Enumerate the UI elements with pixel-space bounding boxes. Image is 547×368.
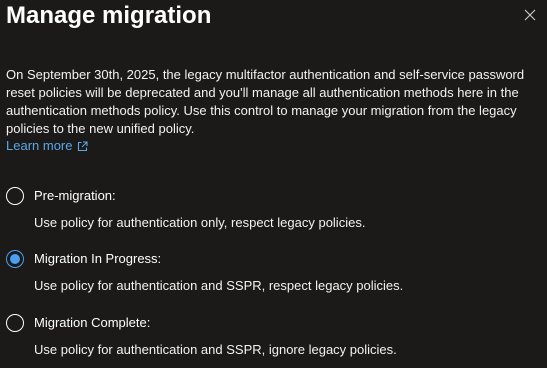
manage-migration-panel: Manage migration On September 30th, 2025… (0, 0, 547, 368)
learn-more-label: Learn more (6, 138, 73, 153)
option-migration-in-progress[interactable]: Migration In Progress: Use policy for au… (6, 249, 526, 295)
panel-title: Manage migration (6, 2, 212, 29)
migration-complete-radio[interactable] (6, 314, 24, 332)
option-label: Migration In Progress: (34, 251, 162, 266)
pre-migration-radio[interactable] (6, 187, 24, 205)
radio-selected-dot (10, 254, 20, 264)
option-pre-migration[interactable]: Pre-migration: Use policy for authentica… (6, 186, 526, 232)
migration-description: On September 30th, 2025, the legacy mult… (6, 67, 525, 136)
close-button[interactable] (521, 6, 539, 24)
external-link-icon (78, 140, 89, 151)
option-description: Use policy for authentication and SSPR, … (34, 278, 404, 293)
option-migration-complete[interactable]: Migration Complete: Use policy for authe… (6, 313, 526, 359)
learn-more-link[interactable]: Learn more (6, 137, 89, 155)
option-description: Use policy for authentication and SSPR, … (34, 342, 397, 357)
close-icon (524, 9, 536, 21)
option-label: Migration Complete: (34, 315, 151, 330)
migration-in-progress-radio[interactable] (6, 250, 24, 268)
option-label: Pre-migration: (34, 188, 116, 203)
option-description: Use policy for authentication only, resp… (34, 215, 366, 230)
